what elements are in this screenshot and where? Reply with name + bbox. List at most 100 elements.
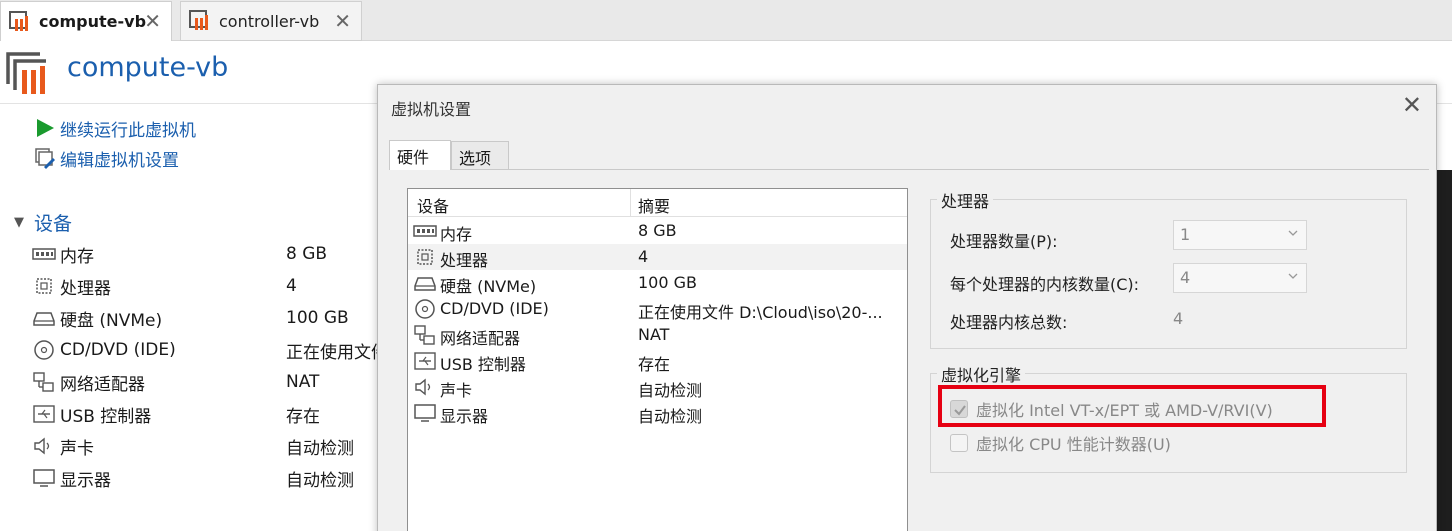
- chevron-down-icon: [1288, 273, 1298, 279]
- usb-icon: [414, 352, 436, 370]
- processor-count-select[interactable]: 1: [1173, 220, 1307, 250]
- annotation-highlight-box: [938, 385, 1326, 427]
- hardware-summary: 4: [638, 247, 649, 266]
- device-value: 100 GB: [286, 308, 349, 328]
- hard-disk-icon: [33, 312, 55, 326]
- collapse-triangle-icon: ▼: [14, 215, 24, 230]
- display-icon: [33, 469, 55, 487]
- cpu-counter-label: 虚拟化 CPU 性能计数器(U): [976, 435, 1171, 454]
- devices-section-toggle[interactable]: ▼ 设备: [14, 209, 72, 236]
- hardware-summary: 8 GB: [638, 221, 677, 240]
- hardware-name: 处理器: [440, 251, 489, 270]
- device-row-cd-dvd[interactable]: CD/DVD (IDE) 正在使用文件: [32, 335, 392, 365]
- tab-label: compute-vb: [39, 12, 147, 31]
- cd-dvd-icon: [34, 340, 54, 360]
- tab-controller-vb[interactable]: controller-vb ✕: [180, 1, 362, 41]
- cpu-counter-checkbox[interactable]: 虚拟化 CPU 性能计数器(U): [950, 431, 1171, 455]
- page-title: compute-vb: [67, 52, 229, 83]
- device-label: 显示器: [60, 470, 111, 491]
- hardware-summary: 自动检测: [638, 407, 703, 426]
- device-value: 自动检测: [286, 470, 354, 491]
- processor-count-value: 1: [1180, 225, 1191, 244]
- virtualization-group-label: 虚拟化引擎: [937, 362, 1026, 386]
- hardware-row-memory[interactable]: 内存 8 GB: [408, 218, 907, 244]
- column-header-summary[interactable]: 摘要: [638, 193, 670, 217]
- edit-settings-label: 编辑虚拟机设置: [60, 150, 179, 171]
- vm-settings-dialog: 虚拟机设置 ✕ 硬件 选项 设备 摘要 内存 8 GB 处理器 4 硬盘 (NV…: [377, 84, 1437, 531]
- edit-settings-icon: [35, 148, 55, 169]
- close-icon[interactable]: ✕: [1402, 93, 1422, 117]
- edit-settings-link[interactable]: 编辑虚拟机设置: [34, 145, 179, 171]
- hardware-row-hard-disk[interactable]: 硬盘 (NVMe) 100 GB: [408, 270, 907, 296]
- vm-logo-icon: [6, 52, 46, 94]
- device-row-usb[interactable]: USB 控制器 存在: [32, 399, 392, 429]
- device-row-hard-disk[interactable]: 硬盘 (NVMe) 100 GB: [32, 303, 392, 333]
- dialog-title: 虚拟机设置: [391, 100, 472, 119]
- hardware-row-sound[interactable]: 声卡 自动检测: [408, 374, 907, 400]
- tab-options[interactable]: 选项: [451, 141, 509, 169]
- close-icon[interactable]: ✕: [144, 11, 161, 31]
- hardware-name: 内存: [440, 225, 473, 244]
- checkbox-unchecked-icon: [950, 434, 968, 452]
- hardware-list[interactable]: 设备 摘要 内存 8 GB 处理器 4 硬盘 (NVMe) 100 GB CD/…: [407, 188, 908, 531]
- device-row-memory[interactable]: 内存 8 GB: [32, 239, 392, 269]
- device-value: 自动检测: [286, 438, 354, 459]
- hard-disk-icon: [414, 277, 436, 291]
- device-row-display[interactable]: 显示器 自动检测: [32, 463, 392, 493]
- device-label: USB 控制器: [60, 406, 152, 427]
- device-row-network[interactable]: 网络适配器 NAT: [32, 367, 392, 397]
- processor-icon: [36, 278, 52, 294]
- power-on-label: 继续运行此虚拟机: [60, 120, 196, 141]
- memory-icon: [32, 248, 56, 260]
- sound-card-icon: [34, 437, 50, 455]
- hardware-summary: 正在使用文件 D:\Cloud\iso\20-...: [638, 303, 883, 322]
- device-value: 存在: [286, 406, 320, 427]
- hardware-summary: 存在: [638, 355, 671, 374]
- memory-icon: [413, 225, 437, 237]
- processor-count-label: 处理器数量(P):: [950, 232, 1058, 251]
- hardware-row-network[interactable]: 网络适配器 NAT: [408, 322, 907, 348]
- hardware-row-display[interactable]: 显示器 自动检测: [408, 400, 907, 426]
- chevron-down-icon: [1288, 230, 1298, 236]
- hardware-name: 硬盘 (NVMe): [440, 277, 537, 296]
- device-label: 内存: [60, 246, 94, 267]
- hardware-summary: 100 GB: [638, 273, 697, 292]
- device-row-processor[interactable]: 处理器 4: [32, 271, 392, 301]
- devices-heading: 设备: [34, 213, 73, 235]
- device-label: CD/DVD (IDE): [60, 340, 176, 360]
- device-value: 正在使用文件: [286, 342, 388, 363]
- vm-icon: [189, 10, 208, 30]
- tab-strip: compute-vb ✕ controller-vb ✕: [0, 0, 1452, 41]
- hardware-name: CD/DVD (IDE): [440, 299, 549, 318]
- processors-group-label: 处理器: [937, 188, 994, 212]
- cores-per-processor-label: 每个处理器的内核数量(C):: [950, 275, 1140, 294]
- cd-dvd-icon: [415, 299, 435, 319]
- hardware-row-usb[interactable]: USB 控制器 存在: [408, 348, 907, 374]
- device-value: 4: [286, 276, 297, 296]
- cores-per-processor-value: 4: [1180, 268, 1191, 287]
- hardware-name: USB 控制器: [440, 355, 526, 374]
- network-adapter-icon: [414, 325, 435, 345]
- hardware-row-cd-dvd[interactable]: CD/DVD (IDE) 正在使用文件 D:\Cloud\iso\20-...: [408, 296, 907, 322]
- device-value: NAT: [286, 372, 320, 392]
- column-header-device[interactable]: 设备: [417, 193, 449, 217]
- vm-icon: [9, 10, 28, 31]
- total-cores-value: 4: [1173, 309, 1184, 328]
- background-window-edge: [1437, 170, 1452, 531]
- device-row-sound[interactable]: 声卡 自动检测: [32, 431, 392, 461]
- tab-compute-vb[interactable]: compute-vb ✕: [0, 1, 172, 41]
- hardware-summary: NAT: [638, 325, 670, 344]
- hardware-name: 声卡: [440, 381, 473, 400]
- device-label: 声卡: [60, 438, 94, 459]
- usb-icon: [33, 405, 55, 423]
- hardware-list-header: 设备 摘要: [408, 189, 907, 217]
- display-icon: [414, 404, 436, 422]
- play-icon: [37, 119, 54, 137]
- cores-per-processor-select[interactable]: 4: [1173, 263, 1307, 293]
- hardware-row-processor[interactable]: 处理器 4: [408, 244, 907, 270]
- close-icon[interactable]: ✕: [334, 11, 351, 31]
- tab-hardware[interactable]: 硬件: [389, 140, 451, 170]
- device-label: 硬盘 (NVMe): [60, 310, 163, 331]
- power-on-link[interactable]: 继续运行此虚拟机: [34, 115, 196, 141]
- total-cores-label: 处理器内核总数:: [950, 313, 1068, 332]
